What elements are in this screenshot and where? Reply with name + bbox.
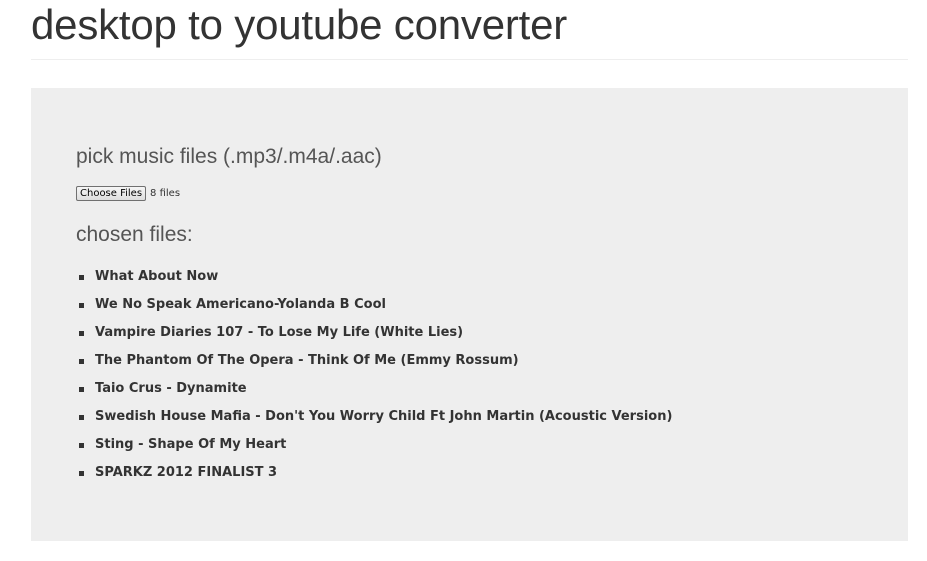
file-name: We No Speak Americano-Yolanda B Cool xyxy=(95,297,386,312)
square-bullet-icon xyxy=(79,275,84,280)
square-bullet-icon xyxy=(79,443,84,448)
square-bullet-icon xyxy=(79,471,84,476)
chosen-files-list: What About Now We No Speak Americano-Yol… xyxy=(79,264,672,488)
chosen-files-heading: chosen files: xyxy=(76,223,193,246)
square-bullet-icon xyxy=(79,387,84,392)
square-bullet-icon xyxy=(79,359,84,364)
file-name: SPARKZ 2012 FINALIST 3 xyxy=(95,465,278,480)
page-title: desktop to youtube converter xyxy=(31,1,568,48)
file-name: Vampire Diaries 107 - To Lose My Life (W… xyxy=(95,325,464,340)
file-name: The Phantom Of The Opera - Think Of Me (… xyxy=(95,353,519,368)
file-name: Taio Crus - Dynamite xyxy=(95,381,247,396)
converter-panel: pick music files (.mp3/.m4a/.aac) Choose… xyxy=(31,88,908,541)
file-name: Swedish House Mafia - Don't You Worry Ch… xyxy=(95,409,673,424)
list-item: We No Speak Americano-Yolanda B Cool xyxy=(79,292,672,320)
list-item: Vampire Diaries 107 - To Lose My Life (W… xyxy=(79,320,672,348)
list-item: SPARKZ 2012 FINALIST 3 xyxy=(79,460,672,488)
square-bullet-icon xyxy=(79,415,84,420)
list-item: Sting - Shape Of My Heart xyxy=(79,432,672,460)
pick-files-heading: pick music files (.mp3/.m4a/.aac) xyxy=(76,145,382,168)
file-name: Sting - Shape Of My Heart xyxy=(95,437,287,452)
title-divider xyxy=(31,59,908,60)
square-bullet-icon xyxy=(79,303,84,308)
file-picker[interactable]: Choose Files 8 files xyxy=(76,186,180,201)
list-item: Swedish House Mafia - Don't You Worry Ch… xyxy=(79,404,672,432)
file-count-label: 8 files xyxy=(150,187,181,199)
choose-files-button[interactable]: Choose Files xyxy=(76,186,147,201)
list-item: The Phantom Of The Opera - Think Of Me (… xyxy=(79,348,672,376)
file-name: What About Now xyxy=(95,269,219,284)
list-item: What About Now xyxy=(79,264,672,292)
list-item: Taio Crus - Dynamite xyxy=(79,376,672,404)
square-bullet-icon xyxy=(79,331,84,336)
